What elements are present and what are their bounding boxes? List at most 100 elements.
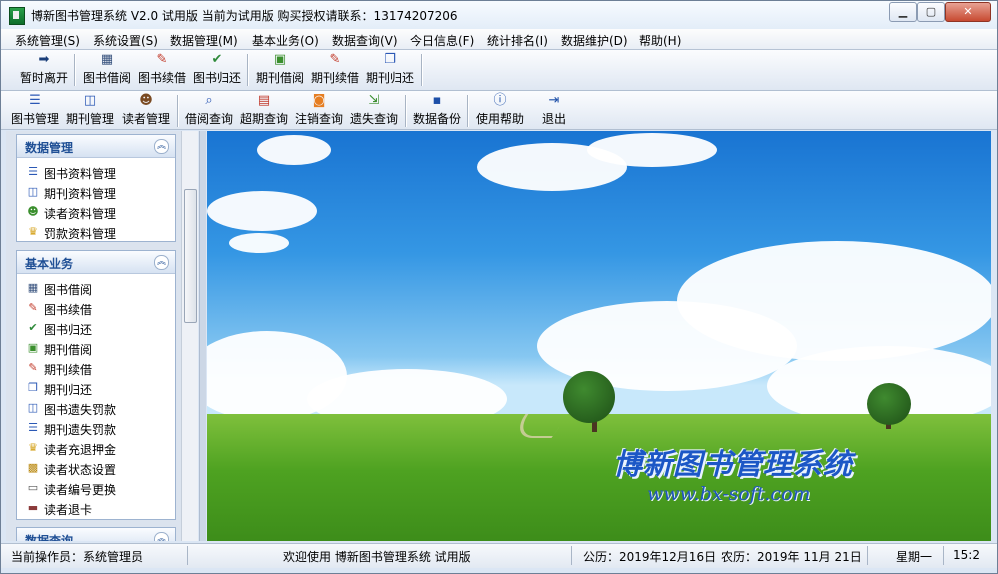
nav-item-book-data[interactable]: ☰ 图书资料管理 bbox=[17, 162, 175, 182]
user-icon: ☻ bbox=[139, 93, 153, 108]
toolbar-label: 超期查询 bbox=[239, 112, 288, 126]
menu-today-info[interactable]: 今日信息(F) bbox=[410, 32, 474, 49]
chevron-up-icon[interactable]: ︽ bbox=[154, 532, 169, 541]
nav-item-book-renew[interactable]: ✎ 图书续借 bbox=[17, 298, 175, 318]
notepad-pen-icon: ✎ bbox=[156, 52, 168, 67]
panel-header[interactable]: 数据查询 ︽ bbox=[17, 528, 175, 541]
toolbar-button-overdue-query[interactable]: ▤ 超期查询 bbox=[239, 93, 289, 127]
toolbar-label: 注销查询 bbox=[294, 112, 343, 126]
cloud bbox=[587, 133, 717, 167]
panel-data-management: 数据管理 ︽ ☰ 图书资料管理 ◫ 期刊资料管理 ☻ 读者资料管理 ♛ 罚款资料管理 bbox=[16, 134, 176, 242]
nav-item-reader-deposit[interactable]: ♛ 读者充退押金 bbox=[17, 438, 175, 458]
trophy-icon: ♛ bbox=[28, 225, 38, 238]
menu-help[interactable]: 帮助(H) bbox=[639, 32, 681, 49]
toolbar-button-journal-return[interactable]: ❐ 期刊归还 bbox=[365, 52, 415, 86]
toolbar-button-leave[interactable]: ➡ 暂时离开 bbox=[19, 52, 69, 86]
nav-item-reader-card-return[interactable]: ▬ 读者退卡 bbox=[17, 498, 175, 518]
toolbar-label: 图书归还 bbox=[192, 71, 241, 85]
id-card-icon: ▭ bbox=[27, 481, 39, 494]
status-divider bbox=[187, 546, 188, 565]
toolbar-label: 使用帮助 bbox=[475, 112, 524, 126]
rss-icon: ◙ bbox=[312, 93, 326, 108]
toolbar-label: 图书借阅 bbox=[82, 71, 131, 85]
notepad-pen-icon: ✎ bbox=[329, 52, 341, 67]
status-divider bbox=[943, 546, 944, 565]
pane-splitter[interactable] bbox=[199, 131, 206, 541]
nav-item-journal-renew[interactable]: ✎ 期刊续借 bbox=[17, 358, 175, 378]
menu-bar: 系统管理(S) 系统设置(S) 数据管理(M) 基本业务(O) 数据查询(V) … bbox=[1, 29, 997, 50]
toolbar-button-book-return[interactable]: ✔ 图书归还 bbox=[192, 52, 242, 86]
menu-statistics[interactable]: 统计排名(I) bbox=[487, 32, 548, 49]
scrollbar-thumb[interactable] bbox=[184, 189, 197, 323]
copy-pages-icon: ❐ bbox=[28, 381, 38, 394]
nav-item-book-lost-fine[interactable]: ◫ 图书遗失罚款 bbox=[17, 398, 175, 418]
toolbar-label: 退出 bbox=[541, 112, 566, 126]
panel-header[interactable]: 数据管理 ︽ bbox=[17, 135, 175, 158]
tree bbox=[867, 383, 911, 425]
trophy-icon: ♛ bbox=[28, 441, 38, 454]
toolbar-separator bbox=[74, 54, 75, 86]
nav-item-fine-data[interactable]: ♛ 罚款资料管理 bbox=[17, 222, 175, 242]
nav-item-reader-status[interactable]: ▩ 读者状态设置 bbox=[17, 458, 175, 478]
toolbar-label: 期刊管理 bbox=[65, 112, 114, 126]
panel-header[interactable]: 基本业务 ︽ bbox=[17, 251, 175, 274]
toolbar-label: 借阅查询 bbox=[184, 112, 233, 126]
toolbar-button-lost-query[interactable]: ⇲ 遗失查询 bbox=[349, 93, 399, 127]
nav-scrollbar[interactable] bbox=[181, 131, 198, 541]
toolbar-button-book-borrow[interactable]: ▦ 图书借阅 bbox=[81, 52, 133, 86]
minimize-button[interactable]: ▁ bbox=[889, 2, 917, 22]
menu-system-management[interactable]: 系统管理(S) bbox=[15, 32, 80, 49]
menu-data-query[interactable]: 数据查询(V) bbox=[332, 32, 398, 49]
toolbar-main: ☰ 图书管理 ◫ 期刊管理 ☻ 读者管理 ⌕ 借阅查询 ▤ 超期查询 ◙ 注销查… bbox=[1, 91, 997, 130]
status-time: 15:2 bbox=[953, 548, 980, 562]
status-divider bbox=[571, 546, 572, 565]
nav-item-journal-lost-fine[interactable]: ☰ 期刊遗失罚款 bbox=[17, 418, 175, 438]
menu-data-management[interactable]: 数据管理(M) bbox=[170, 32, 238, 49]
toolbar-button-book-renew[interactable]: ✎ 图书续借 bbox=[137, 52, 187, 86]
menu-data-maintenance[interactable]: 数据维护(D) bbox=[561, 32, 628, 49]
doc-arrow-icon: ⇲ bbox=[368, 93, 380, 108]
toolbar-button-data-backup[interactable]: ▪ 数据备份 bbox=[412, 93, 462, 127]
chevron-up-icon[interactable]: ︽ bbox=[154, 255, 169, 270]
navigation-pane: 数据管理 ︽ ☰ 图书资料管理 ◫ 期刊资料管理 ☻ 读者资料管理 ♛ 罚款资料管理 基… bbox=[6, 131, 198, 541]
nav-item-journal-data[interactable]: ◫ 期刊资料管理 bbox=[17, 182, 175, 202]
title-bar[interactable]: 博新图书管理系统 V2.0 试用版 当前为试用版 购买授权请联系：1317420… bbox=[1, 1, 997, 29]
menu-basic-business[interactable]: 基本业务(O) bbox=[252, 32, 319, 49]
calendar-icon: ▤ bbox=[257, 93, 271, 108]
cloud bbox=[257, 135, 331, 165]
open-book-icon: ◫ bbox=[83, 93, 97, 108]
status-gregorian-date: 公历：2019年12月16日 bbox=[583, 550, 717, 564]
copy-pages-icon: ❐ bbox=[384, 52, 396, 67]
close-button[interactable]: ✕ bbox=[945, 2, 991, 22]
maximize-button[interactable]: ▢ bbox=[917, 2, 945, 22]
toolbar-button-cancel-query[interactable]: ◙ 注销查询 bbox=[294, 93, 344, 127]
picture-icon: ▣ bbox=[27, 341, 39, 354]
toolbar-button-journal-borrow[interactable]: ▣ 期刊借阅 bbox=[254, 52, 306, 86]
panel-title: 数据查询 bbox=[25, 534, 74, 541]
nav-item-reader-id-change[interactable]: ▭ 读者编号更换 bbox=[17, 478, 175, 498]
toolbar-button-journal-management[interactable]: ◫ 期刊管理 bbox=[65, 93, 115, 127]
toolbar-button-book-management[interactable]: ☰ 图书管理 bbox=[10, 93, 60, 127]
toolbar-button-help[interactable]: ⓘ 使用帮助 bbox=[474, 93, 526, 127]
chevron-up-icon[interactable]: ︽ bbox=[154, 139, 169, 154]
menu-system-settings[interactable]: 系统设置(S) bbox=[93, 32, 158, 49]
toolbar-label: 图书续借 bbox=[137, 71, 186, 85]
nav-item-journal-return[interactable]: ❐ 期刊归还 bbox=[17, 378, 175, 398]
status-welcome: 欢迎使用 博新图书管理系统 试用版 bbox=[283, 550, 471, 564]
toolbar-label: 遗失查询 bbox=[349, 112, 398, 126]
window-title: 博新图书管理系统 V2.0 试用版 当前为试用版 购买授权请联系：1317420… bbox=[31, 9, 458, 23]
panel-title: 数据管理 bbox=[25, 141, 74, 155]
nav-item-book-borrow[interactable]: ▦ 图书借阅 bbox=[17, 278, 175, 298]
nav-item-journal-borrow[interactable]: ▣ 期刊借阅 bbox=[17, 338, 175, 358]
nav-item-book-return[interactable]: ✔ 图书归还 bbox=[17, 318, 175, 338]
toolbar-button-exit[interactable]: ⇥ 退出 bbox=[536, 93, 572, 127]
toolbar-button-reader-management[interactable]: ☻ 读者管理 bbox=[120, 93, 172, 127]
toolbar-button-journal-renew[interactable]: ✎ 期刊续借 bbox=[310, 52, 360, 86]
toolbar-label: 期刊续借 bbox=[310, 71, 359, 85]
toolbar-label: 暂时离开 bbox=[19, 71, 68, 85]
return-check-icon: ✔ bbox=[211, 52, 223, 67]
nav-item-reader-data[interactable]: ☻ 读者资料管理 bbox=[17, 202, 175, 222]
toolbar-separator bbox=[405, 95, 406, 127]
exit-icon: ⇥ bbox=[548, 93, 560, 108]
toolbar-button-borrow-query[interactable]: ⌕ 借阅查询 bbox=[184, 93, 234, 127]
